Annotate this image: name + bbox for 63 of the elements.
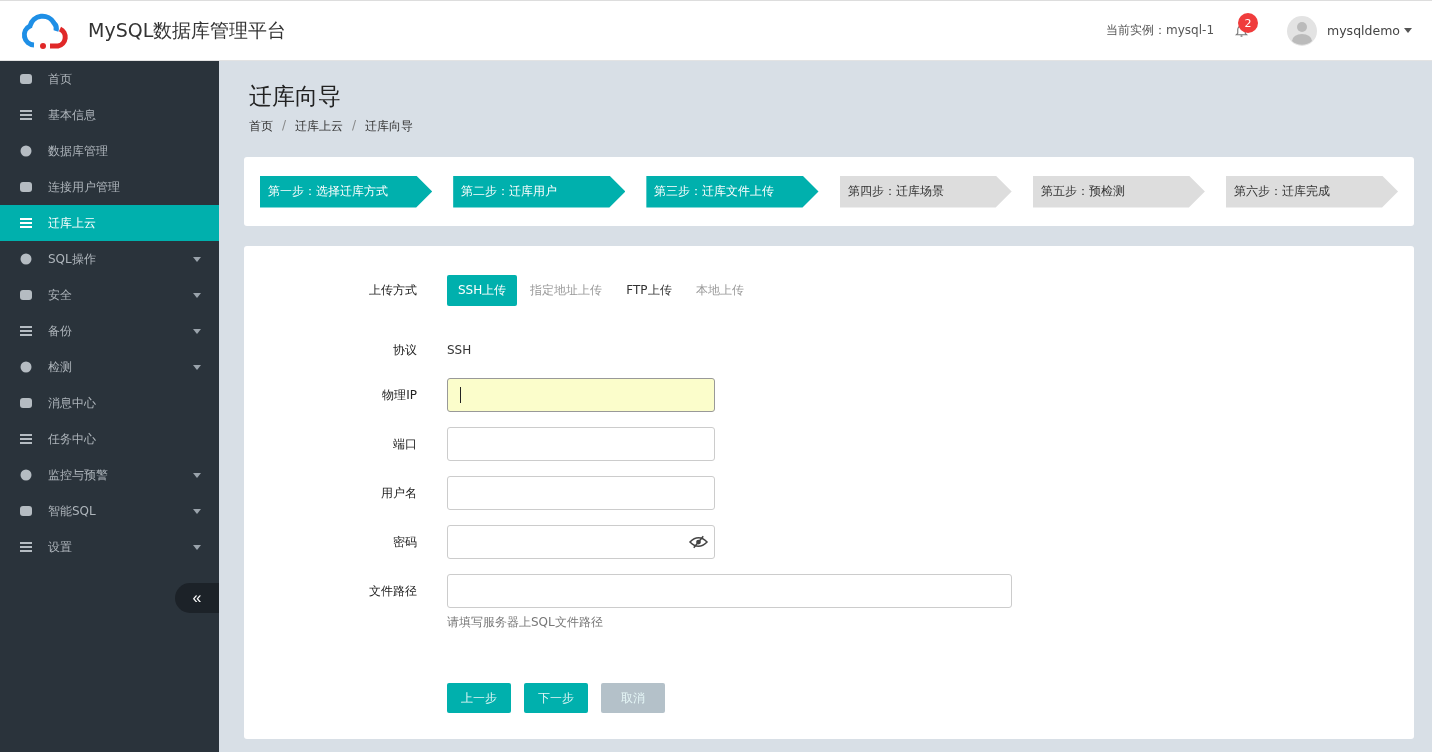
wizard-step: 第三步：迁库文件上传	[646, 175, 819, 208]
wizard-step: 第六步：迁库完成	[1225, 175, 1399, 208]
sidebar-item[interactable]: 基本信息	[0, 97, 219, 133]
menu-item-icon	[19, 504, 33, 518]
page-title: 迁库向导	[249, 82, 342, 111]
menu-item-icon	[19, 324, 33, 338]
sidebar-item[interactable]: 监控与预警	[0, 457, 219, 493]
input-field[interactable]	[447, 378, 715, 412]
menu-item-icon	[19, 540, 33, 554]
current-instance: 当前实例：mysql-1	[1106, 22, 1215, 39]
app-title: MySQL数据库管理平台	[88, 17, 287, 43]
hidden-eye-icon	[689, 535, 708, 549]
field-label: 端口	[392, 436, 418, 453]
collapse-sidebar-button[interactable]: «	[175, 583, 219, 613]
menu-item-icon	[19, 432, 33, 446]
menu-item-icon	[19, 108, 33, 122]
sidebar-item[interactable]: 任务中心	[0, 421, 219, 457]
wizard-step: 第二步：迁库用户	[453, 175, 626, 208]
menu-item-icon	[19, 360, 33, 374]
field-label: 文件路径	[368, 583, 418, 600]
field-label: 上传方式	[368, 282, 418, 299]
input-field[interactable]	[447, 574, 1012, 608]
notification-badge: 2	[1238, 13, 1259, 33]
menu-item-icon	[19, 288, 33, 302]
sidebar-item[interactable]: 智能SQL	[0, 493, 219, 529]
menu-item-icon	[19, 144, 33, 158]
user-menu[interactable]: mysqldemo	[1327, 23, 1404, 38]
menu-item-icon	[19, 252, 33, 266]
breadcrumb-separator: /	[282, 118, 287, 134]
input-field[interactable]	[447, 525, 715, 559]
protocol-value: SSH	[447, 343, 472, 357]
menu-item-icon	[19, 72, 33, 86]
field-label: 用户名	[380, 485, 418, 502]
field-label: 协议	[392, 341, 418, 359]
sidebar-item[interactable]: 安全	[0, 277, 219, 313]
menu-item-icon	[19, 216, 33, 230]
sidebar-item[interactable]: 设置	[0, 529, 219, 565]
breadcrumb-separator: /	[352, 118, 357, 134]
breadcrumb-link[interactable]: 首页	[249, 118, 273, 135]
wizard-step: 第五步：预检测	[1032, 175, 1205, 208]
breadcrumb-link[interactable]: 迁库向导	[365, 118, 414, 135]
sidebar-item[interactable]: 首页	[0, 61, 219, 97]
text-cursor	[460, 387, 461, 403]
sidebar-item[interactable]: 连接用户管理	[0, 169, 219, 205]
caret-icon	[1404, 28, 1412, 33]
menu-item-icon	[19, 180, 33, 194]
wizard-step: 第四步：迁库场景	[839, 175, 1012, 208]
wizard-step: 第一步：选择迁库方式	[260, 175, 433, 208]
menu-item-icon	[19, 396, 33, 410]
field-hint: 请填写服务器上SQL文件路径	[447, 614, 604, 631]
input-field[interactable]	[447, 476, 715, 510]
field-label: 物理IP	[381, 387, 418, 404]
sidebar-item[interactable]: SQL操作	[0, 241, 219, 277]
sidebar-item[interactable]: 消息中心	[0, 385, 219, 421]
sidebar-item[interactable]: 检测	[0, 349, 219, 385]
avatar-icon	[1287, 15, 1318, 46]
breadcrumb-link[interactable]: 迁库上云	[295, 118, 344, 135]
menu-item-icon	[19, 468, 33, 482]
upload-method-tab[interactable]: FTP上传	[615, 275, 683, 306]
input-field[interactable]	[447, 427, 715, 461]
sidebar-item[interactable]: 备份	[0, 313, 219, 349]
field-label: 密码	[392, 534, 418, 551]
sidebar-item[interactable]: 数据库管理	[0, 133, 219, 169]
